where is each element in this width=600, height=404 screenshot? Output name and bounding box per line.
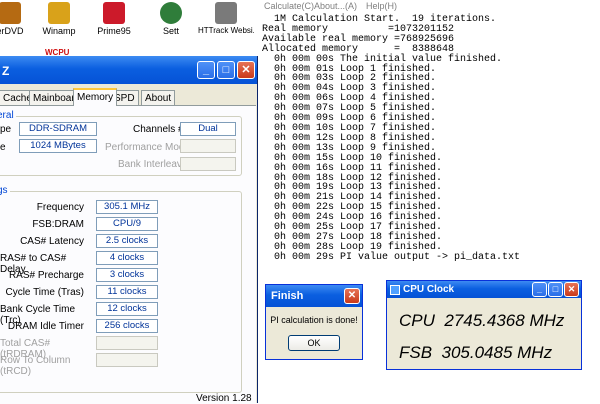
fsb-clock-line: FSB 305.0485 MHz [399,343,552,363]
maximize-button[interactable]: □ [548,282,563,297]
cpu-value: 2745.4368 MHz [444,311,565,330]
cycle-time-label: Cycle Time (Tras) [5,287,84,298]
menu-about[interactable]: About...(A) [314,1,357,11]
finish-dialog: Finish ✕ PI calculation is done! OK [265,284,363,360]
close-button[interactable]: ✕ [237,61,255,79]
finish-titlebar[interactable]: Finish ✕ [266,285,362,307]
fsb-dram-label: FSB:DRAM [32,219,84,230]
size-value: 1024 MBytes [19,139,97,153]
dialog-title: Finish [271,290,304,302]
app-icon [390,285,400,295]
dvd-icon [0,2,21,24]
frequency-label: Frequency [36,202,84,213]
desktop-icon-label: Winamp [42,26,76,36]
dram-idle-timer-value: 256 clocks [96,319,158,333]
size-label: e [0,142,6,153]
minimize-icon: _ [536,284,542,294]
desktop-icon-prime95[interactable]: Prime95 [86,2,142,36]
menu-bar: Calculate(C) About...(A) Help(H) [258,0,600,14]
desktop-area: erDVD Winamp Prime95 Sett HTTrack Websi.… [0,0,258,57]
total-cas-value [96,336,158,350]
group-title: gs [0,185,10,196]
fsb-label: FSB [399,343,433,362]
ras-precharge-label: RAS# Precharge [8,270,84,281]
desktop-icon-label: Sett [162,26,179,36]
bank-interleave-label: Bank Interleave [118,159,188,170]
cpuz-titlebar[interactable]: Z _ □ ✕ [0,56,257,84]
window-title: CPU Clock [403,284,455,295]
version-label: Version 1.28 [196,393,252,404]
maximize-button[interactable]: □ [217,61,235,79]
prime95-icon [103,2,125,24]
frequency-value: 305.1 MHz [96,200,158,214]
cas-latency-value: 2.5 clocks [96,234,158,248]
finish-message: PI calculation is done! [270,315,358,325]
ras-precharge-value: 3 clocks [96,268,158,282]
menu-calculate[interactable]: Calculate(C) [264,1,314,11]
menu-help[interactable]: Help(H) [366,1,397,11]
bank-interleave-value [180,157,236,171]
cpu-clock-line: CPU 2745.4368 MHz [399,311,564,331]
minimize-button[interactable]: _ [532,282,547,297]
minimize-icon: _ [202,64,210,76]
desktop-icon-winamp[interactable]: Winamp [31,2,87,36]
row-to-column-value [96,353,158,367]
close-button[interactable]: ✕ [564,282,579,297]
row-to-column-label: Row To Column (tRCD) [0,355,71,377]
httrack-icon [215,2,237,24]
tab-memory[interactable]: Memory [73,88,118,106]
bank-cycle-time-value: 12 clocks [96,302,158,316]
fsb-dram-value: CPU/9 [96,217,158,231]
maximize-icon: □ [552,284,559,294]
desktop-icon-label: Prime95 [97,26,131,36]
console-output: 1M Calculation Start. 19 iterations. Rea… [262,15,520,263]
channels-value: Dual [180,122,236,136]
desktop-icon-httrack[interactable]: HTTrack Websi... [198,2,254,36]
tab-about[interactable]: About [141,90,176,105]
close-icon: ✕ [241,64,251,76]
fsb-value: 305.0485 MHz [441,343,553,362]
cas-latency-label: CAS# Latency [20,236,84,247]
performance-mode-value [180,139,236,153]
cpuz-window: Z _ □ ✕ Cache Mainboard Memory SPD About… [0,56,258,404]
close-button[interactable]: ✕ [344,288,360,304]
memory-panel: eral pe DDR-SDRAM e 1024 MBytes Channels… [0,105,256,404]
cpuz-tabs: Cache Mainboard Memory SPD About [0,88,257,106]
cpu-clock-window: CPU Clock _ □ ✕ CPU 2745.4368 MHz FSB 30… [386,280,582,370]
ok-button[interactable]: OK [288,335,340,351]
close-icon: ✕ [347,290,357,301]
maximize-icon: □ [222,64,230,76]
minimize-button[interactable]: _ [197,61,215,79]
output-line: 0h 00m 29s PI value output -> pi_data.tx… [262,251,521,263]
group-title: eral [0,110,16,121]
cpu-clock-titlebar[interactable]: CPU Clock _ □ ✕ [387,281,581,298]
winamp-icon [48,2,70,24]
magnifier-icon [160,2,182,24]
dram-idle-timer-label: DRAM Idle Timer [7,321,84,332]
type-label: pe [0,124,12,135]
close-icon: ✕ [567,284,576,294]
type-value: DDR-SDRAM [19,122,97,136]
performance-mode-label: Performance Mode [105,142,191,153]
cpu-label: CPU [399,311,435,330]
cycle-time-value: 11 clocks [96,285,158,299]
channels-label: Channels # [133,124,184,135]
window-title: Z [2,64,10,78]
ras-to-cas-value: 4 clocks [96,251,158,265]
desktop-icon-sett[interactable]: Sett [143,2,199,36]
desktop-icon-label: HTTrack Websi... [198,26,254,35]
